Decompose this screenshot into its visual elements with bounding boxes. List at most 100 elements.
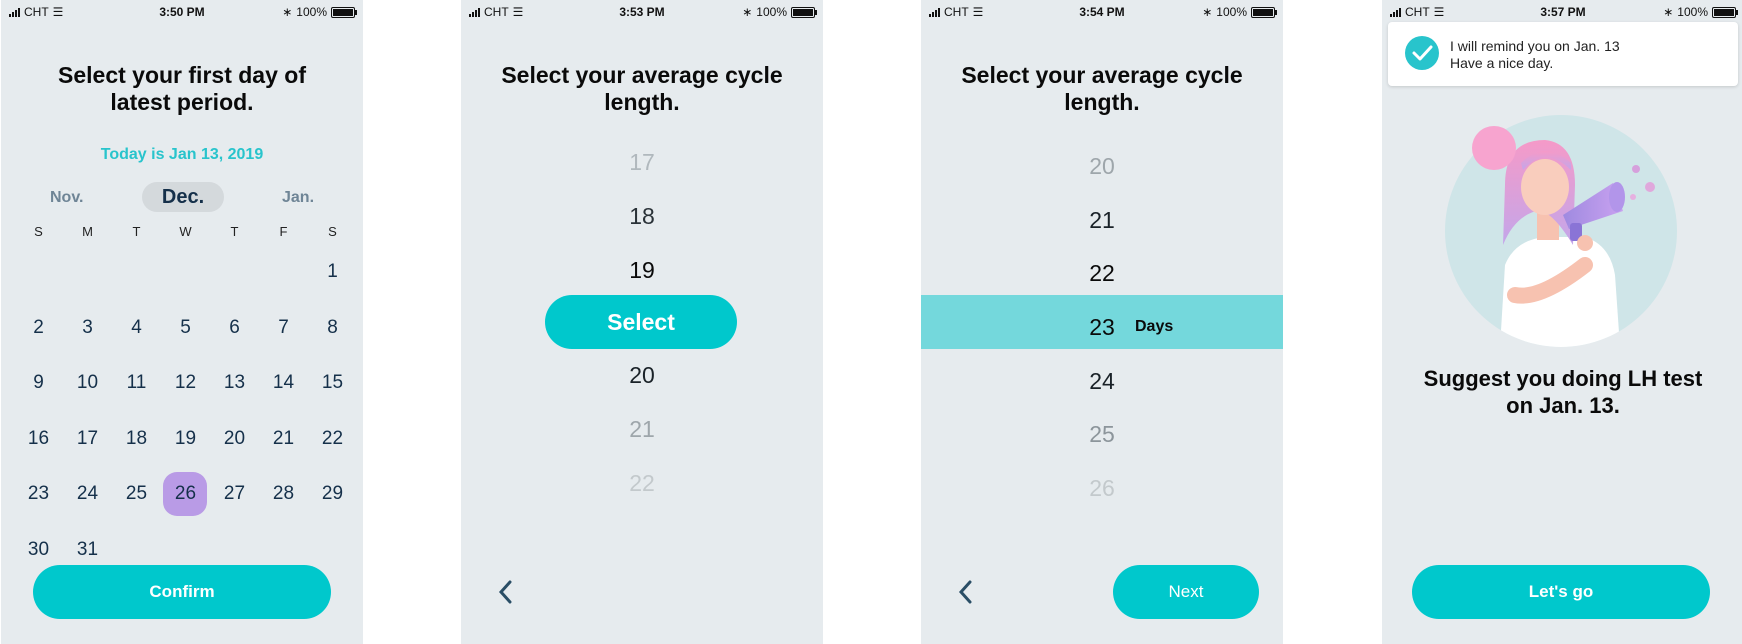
- picker-item[interactable]: 19: [461, 255, 823, 285]
- battery-icon: [1712, 6, 1738, 18]
- picker-item[interactable]: 22: [461, 468, 823, 498]
- screen-cycle-picker-select: CHT ☰ 3:53 PM ∗ 100% Select your average c…: [461, 0, 823, 644]
- calendar-day[interactable]: 12: [161, 355, 210, 411]
- suggestion-line-2: on Jan. 13.: [1506, 393, 1620, 418]
- calendar-day[interactable]: 3: [63, 300, 112, 356]
- calendar-day[interactable]: 18: [112, 411, 161, 467]
- day-number: 5: [180, 316, 191, 338]
- chevron-left-icon[interactable]: [957, 579, 975, 607]
- calendar-day[interactable]: 19: [161, 411, 210, 467]
- picker-item[interactable]: 20: [461, 360, 823, 390]
- lets-go-button[interactable]: Let's go: [1412, 565, 1710, 619]
- calendar-day[interactable]: 25: [112, 466, 161, 522]
- next-button[interactable]: Next: [1113, 565, 1259, 619]
- calendar-day-selected[interactable]: 26: [161, 466, 210, 522]
- day-number: 6: [229, 316, 240, 338]
- page-title: Select your average cycle length.: [941, 62, 1263, 116]
- calendar-week: 2 3 4 5 6 7 8: [14, 300, 354, 356]
- day-number: 31: [76, 538, 99, 560]
- calendar-day[interactable]: 29: [308, 466, 357, 522]
- picker-item[interactable]: 25: [921, 419, 1283, 449]
- weekday-label: F: [279, 224, 288, 239]
- checkmark-icon: [1405, 36, 1439, 70]
- weekday-label: W: [179, 224, 192, 239]
- calendar-day[interactable]: 20: [210, 411, 259, 467]
- picker-selected[interactable]: 23 Days: [921, 312, 1283, 342]
- page-title: Select your average cycle length.: [481, 62, 803, 116]
- calendar-day[interactable]: 10: [63, 355, 112, 411]
- calendar-empty-cell: [161, 244, 210, 300]
- day-number: 18: [125, 427, 148, 449]
- picker-item[interactable]: 22: [921, 258, 1283, 288]
- calendar-day[interactable]: 15: [308, 355, 357, 411]
- calendar-day[interactable]: 22: [308, 411, 357, 467]
- day-number: 25: [125, 483, 148, 504]
- weekday-label: S: [328, 224, 337, 239]
- day-number: 28: [272, 483, 295, 504]
- day-number: 12: [174, 372, 197, 393]
- calendar-empty-cell: [210, 244, 259, 300]
- picker-item[interactable]: 24: [921, 366, 1283, 396]
- day-number: 30: [27, 538, 50, 560]
- day-number: 7: [278, 316, 289, 338]
- calendar-day[interactable]: 6: [210, 300, 259, 356]
- calendar-day[interactable]: 17: [63, 411, 112, 467]
- battery-icon: [1251, 6, 1277, 18]
- title-line-2: latest period.: [110, 89, 254, 115]
- calendar-day[interactable]: 2: [14, 300, 63, 356]
- toast-line-2: Have a nice day.: [1450, 55, 1554, 71]
- day-number: 2: [33, 316, 44, 338]
- calendar-day[interactable]: 9: [14, 355, 63, 411]
- confirm-button[interactable]: Confirm: [33, 565, 331, 619]
- picker-item[interactable]: 18: [461, 201, 823, 231]
- toast-message: I will remind you on Jan. 13 Have a nice …: [1450, 38, 1620, 72]
- picker-item[interactable]: 26: [921, 473, 1283, 503]
- calendar-day[interactable]: 7: [259, 300, 308, 356]
- reminder-toast[interactable]: I will remind you on Jan. 13 Have a nice …: [1388, 22, 1738, 86]
- calendar-day[interactable]: 11: [112, 355, 161, 411]
- calendar-day[interactable]: 24: [63, 466, 112, 522]
- calendar-day[interactable]: 27: [210, 466, 259, 522]
- month-prev[interactable]: Nov.: [50, 189, 83, 207]
- status-bar: CHT ☰ 3:54 PM ∗ 100%: [921, 0, 1283, 26]
- calendar-empty-cell: [259, 244, 308, 300]
- title-line-2: length.: [1064, 89, 1140, 115]
- month-switcher: Nov. Dec. Jan.: [1, 180, 363, 214]
- month-current[interactable]: Dec.: [142, 182, 224, 212]
- calendar-day[interactable]: 1: [308, 244, 357, 300]
- picker-item[interactable]: 21: [921, 205, 1283, 235]
- calendar-day[interactable]: 16: [14, 411, 63, 467]
- calendar-day[interactable]: 5: [161, 300, 210, 356]
- day-number: 27: [223, 483, 246, 504]
- calendar-day[interactable]: 28: [259, 466, 308, 522]
- day-number: 3: [82, 316, 93, 338]
- picker-item[interactable]: 17: [461, 147, 823, 177]
- calendar-day[interactable]: 14: [259, 355, 308, 411]
- weekday-label: T: [230, 224, 239, 239]
- today-label: Today is Jan 13, 2019: [100, 146, 264, 163]
- day-number: 4: [131, 316, 142, 338]
- selected-value: 23: [1089, 314, 1115, 340]
- calendar-grid: SMTWTFS 1 2 3 4 5 6 7 8 9 10 11 12 13 14 15 16 17 18 19 20 2…: [14, 220, 354, 577]
- day-number: 29: [321, 483, 344, 504]
- calendar-day[interactable]: 23: [14, 466, 63, 522]
- select-button[interactable]: Select: [545, 295, 737, 349]
- day-number: 21: [272, 427, 295, 449]
- chevron-left-icon[interactable]: [497, 579, 515, 607]
- picker-item[interactable]: 21: [461, 414, 823, 444]
- calendar-day[interactable]: 4: [112, 300, 161, 356]
- calendar-day[interactable]: 8: [308, 300, 357, 356]
- day-number: 26: [174, 483, 197, 504]
- day-number: 13: [223, 372, 246, 393]
- calendar-day[interactable]: 13: [210, 355, 259, 411]
- weekday-label: S: [34, 224, 43, 239]
- picker-item[interactable]: 20: [921, 151, 1283, 181]
- calendar-empty-cell: [63, 244, 112, 300]
- battery-percent: 100%: [296, 5, 327, 19]
- suggestion-text: Suggest you doing LH test on Jan. 13.: [1402, 365, 1724, 419]
- screen-cycle-picker-days: CHT ☰ 3:54 PM ∗ 100% Select your average c…: [921, 0, 1283, 644]
- calendar-day[interactable]: 21: [259, 411, 308, 467]
- month-next[interactable]: Jan.: [282, 189, 314, 207]
- day-number: 1: [327, 261, 338, 282]
- day-number: 22: [321, 427, 344, 449]
